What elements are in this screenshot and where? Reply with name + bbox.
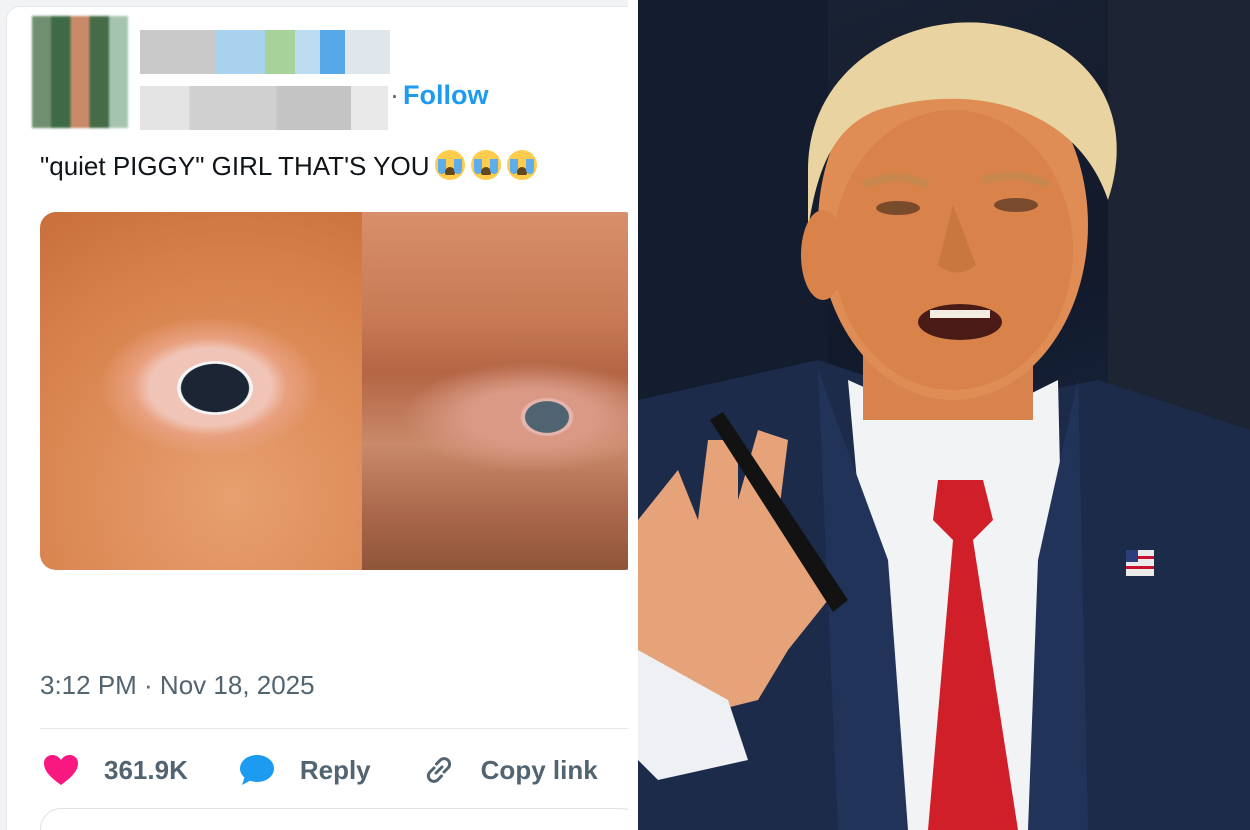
copy-link-button[interactable]: Copy link bbox=[421, 752, 598, 788]
follow-separator: · bbox=[390, 80, 399, 110]
tweet-actions: 361.9K Reply Copy link bbox=[42, 752, 628, 788]
tweet-text-content: "quiet PIGGY" GIRL THAT'S YOU bbox=[40, 151, 430, 181]
reply-button[interactable]: Reply bbox=[238, 753, 371, 787]
heart-icon bbox=[42, 753, 80, 787]
crying-emoji-icon bbox=[471, 150, 502, 180]
avatar[interactable] bbox=[32, 16, 128, 128]
follow-button[interactable]: · Follow bbox=[390, 80, 488, 111]
tweet-media[interactable] bbox=[40, 212, 628, 570]
crying-emoji-icon bbox=[507, 150, 538, 180]
like-count: 361.9K bbox=[104, 754, 188, 785]
tweet-text: "quiet PIGGY" GIRL THAT'S YOU bbox=[40, 150, 538, 182]
username-pixelated[interactable] bbox=[140, 86, 388, 130]
tweet-timestamp[interactable]: 3:12 PM · Nov 18, 2025 bbox=[40, 670, 315, 701]
crying-emoji-icon bbox=[435, 150, 466, 180]
human-eye-image[interactable] bbox=[362, 212, 628, 570]
link-icon bbox=[421, 752, 457, 788]
like-button[interactable]: 361.9K bbox=[42, 753, 188, 787]
reply-label: Reply bbox=[299, 754, 371, 785]
divider bbox=[40, 728, 628, 729]
speaker-illustration bbox=[638, 0, 1250, 830]
tweet-panel: · Follow "quiet PIGGY" GIRL THAT'S YOU 3:… bbox=[0, 0, 628, 830]
pig-eye-image[interactable] bbox=[40, 212, 362, 570]
display-name-pixelated[interactable] bbox=[140, 30, 390, 74]
copy-link-label: Copy link bbox=[480, 754, 598, 785]
speaker-photo bbox=[638, 0, 1250, 830]
read-replies-button[interactable] bbox=[40, 808, 628, 830]
chat-bubble-icon bbox=[238, 753, 276, 787]
follow-label: Follow bbox=[403, 80, 489, 110]
